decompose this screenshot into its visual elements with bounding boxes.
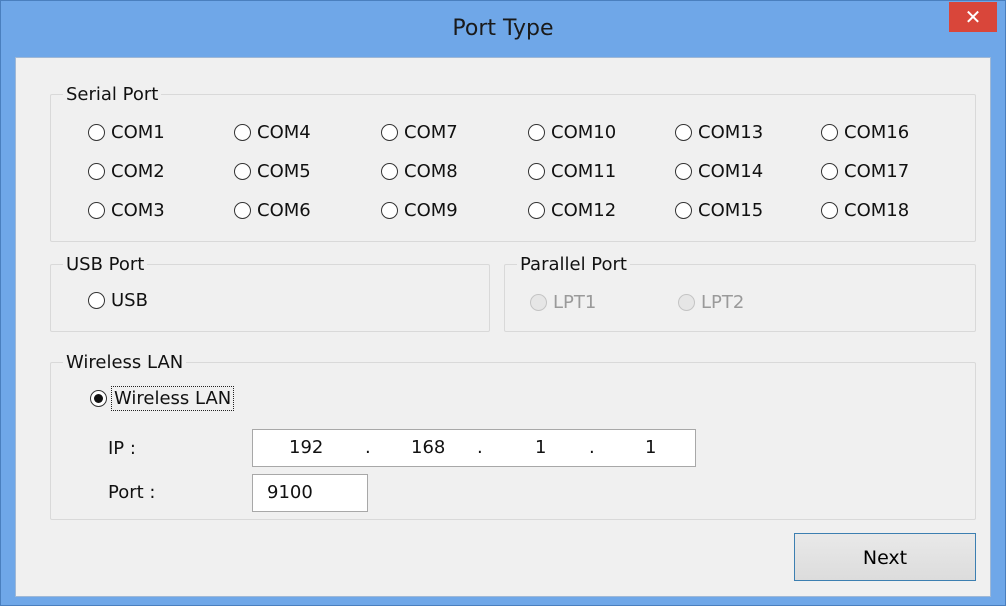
radio-com[interactable]: COM5 — [234, 161, 311, 182]
close-button[interactable]: ✕ — [949, 2, 997, 32]
radio-label: COM10 — [551, 122, 617, 143]
radio-com[interactable]: COM14 — [675, 161, 763, 182]
radio-com[interactable]: COM8 — [381, 161, 458, 182]
usb-port-label: USB Port — [66, 254, 145, 275]
radio-label: COM9 — [404, 200, 458, 221]
radio-circle — [821, 202, 838, 219]
dialog-body: Serial Port COM1 COM4 COM7 COM10 COM13 C… — [15, 57, 991, 597]
radio-circle — [381, 163, 398, 180]
radio-circle — [678, 294, 695, 311]
radio-circle — [821, 163, 838, 180]
radio-circle-checked — [90, 390, 107, 407]
radio-com[interactable]: COM3 — [88, 200, 165, 221]
ip-address-input[interactable]: 192 . 168 . 1 . 1 — [252, 429, 696, 467]
radio-circle — [234, 163, 251, 180]
port-type-dialog: Port Type ✕ Serial Port COM1 COM4 COM7 C… — [0, 0, 1006, 606]
radio-label: LPT2 — [701, 292, 745, 313]
radio-label: COM8 — [404, 161, 458, 182]
radio-com[interactable]: COM7 — [381, 122, 458, 143]
radio-circle — [530, 294, 547, 311]
next-button[interactable]: Next — [794, 533, 976, 581]
radio-circle — [381, 202, 398, 219]
radio-circle — [234, 202, 251, 219]
radio-lpt1: LPT1 — [530, 292, 596, 313]
radio-label: COM5 — [257, 161, 311, 182]
radio-com[interactable]: COM10 — [528, 122, 616, 143]
radio-com[interactable]: COM4 — [234, 122, 311, 143]
radio-label: COM11 — [551, 161, 617, 182]
radio-lpt2: LPT2 — [678, 292, 744, 313]
ip-dot: . — [477, 437, 483, 458]
radio-circle — [528, 124, 545, 141]
radio-label: COM16 — [844, 122, 910, 143]
radio-com[interactable]: COM12 — [528, 200, 616, 221]
ip-octet-1[interactable]: 192 — [289, 430, 323, 466]
radio-label: COM7 — [404, 122, 458, 143]
radio-label: COM4 — [257, 122, 311, 143]
ip-octet-2[interactable]: 168 — [411, 430, 445, 466]
radio-circle — [821, 124, 838, 141]
ip-dot: . — [365, 437, 371, 458]
radio-circle — [675, 163, 692, 180]
radio-com[interactable]: COM18 — [821, 200, 909, 221]
radio-label: COM15 — [698, 200, 764, 221]
radio-label: COM2 — [111, 161, 165, 182]
radio-label: COM13 — [698, 122, 764, 143]
radio-usb[interactable]: USB — [88, 290, 148, 311]
radio-wireless-lan[interactable]: Wireless LAN — [90, 386, 235, 411]
radio-com[interactable]: COM2 — [88, 161, 165, 182]
ip-label: IP : — [108, 438, 136, 459]
radio-circle — [88, 124, 105, 141]
radio-label: COM12 — [551, 200, 617, 221]
port-input[interactable]: 9100 — [252, 474, 368, 512]
radio-com[interactable]: COM16 — [821, 122, 909, 143]
serial-port-label: Serial Port — [66, 84, 159, 105]
radio-circle — [675, 202, 692, 219]
radio-label: COM6 — [257, 200, 311, 221]
port-label: Port : — [108, 482, 156, 503]
radio-label: COM1 — [111, 122, 165, 143]
wireless-lan-label: Wireless LAN — [66, 352, 184, 373]
radio-circle — [528, 202, 545, 219]
ip-octet-3[interactable]: 1 — [535, 430, 546, 466]
title-bar[interactable]: Port Type ✕ — [1, 1, 1005, 57]
ip-octet-4[interactable]: 1 — [645, 430, 656, 466]
radio-com[interactable]: COM6 — [234, 200, 311, 221]
radio-circle — [88, 163, 105, 180]
radio-label: USB — [111, 290, 148, 311]
radio-label: COM18 — [844, 200, 910, 221]
radio-com[interactable]: COM9 — [381, 200, 458, 221]
radio-label: Wireless LAN — [110, 386, 235, 411]
radio-circle — [88, 202, 105, 219]
radio-circle — [88, 292, 105, 309]
radio-circle — [381, 124, 398, 141]
radio-com[interactable]: COM11 — [528, 161, 616, 182]
radio-label: COM3 — [111, 200, 165, 221]
radio-label: LPT1 — [553, 292, 597, 313]
radio-com[interactable]: COM13 — [675, 122, 763, 143]
radio-com[interactable]: COM1 — [88, 122, 165, 143]
radio-circle — [528, 163, 545, 180]
radio-com[interactable]: COM15 — [675, 200, 763, 221]
radio-label: COM14 — [698, 161, 764, 182]
radio-circle — [234, 124, 251, 141]
parallel-port-label: Parallel Port — [520, 254, 627, 275]
radio-com[interactable]: COM17 — [821, 161, 909, 182]
radio-label: COM17 — [844, 161, 910, 182]
window-title: Port Type — [452, 16, 554, 41]
ip-dot: . — [589, 437, 595, 458]
radio-circle — [675, 124, 692, 141]
